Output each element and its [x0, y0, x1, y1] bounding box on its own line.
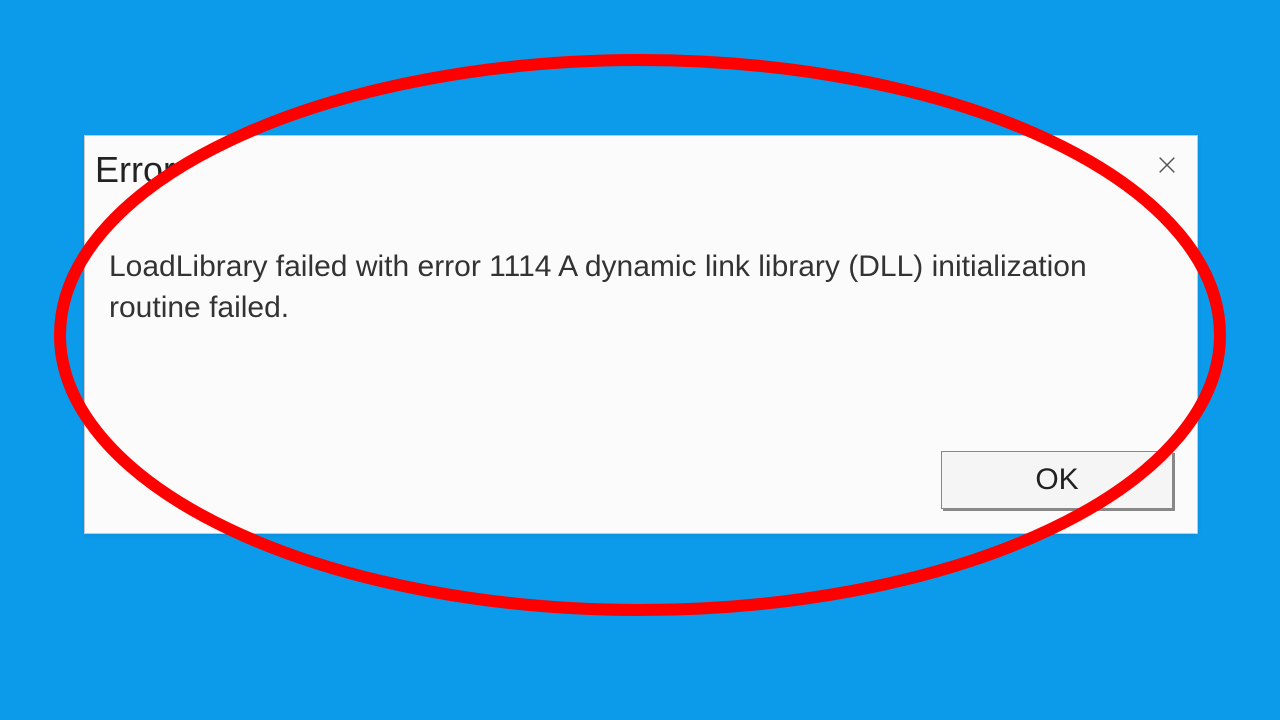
close-icon [1156, 154, 1178, 181]
dialog-buttons: OK [85, 451, 1197, 533]
dialog-titlebar: Error [85, 136, 1197, 196]
error-message: LoadLibrary failed with error 1114 A dyn… [109, 246, 1129, 329]
ok-button[interactable]: OK [941, 451, 1173, 509]
dialog-body: LoadLibrary failed with error 1114 A dyn… [85, 196, 1197, 451]
error-dialog: Error LoadLibrary failed with error 1114… [84, 135, 1198, 534]
dialog-title: Error [95, 148, 175, 188]
close-button[interactable] [1147, 147, 1187, 187]
